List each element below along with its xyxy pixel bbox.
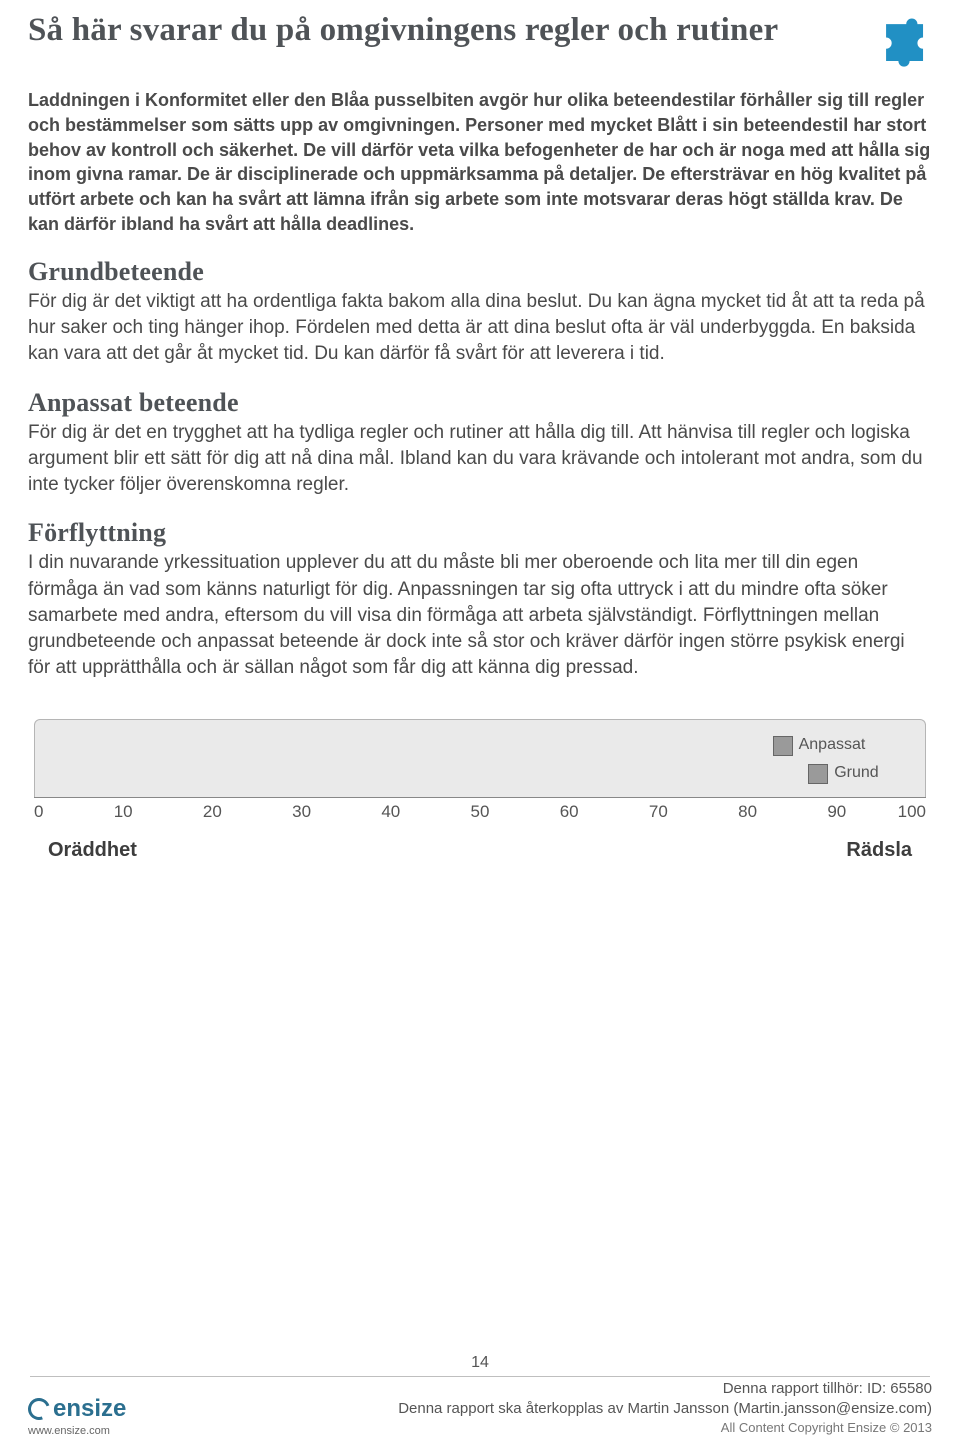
brand-url: www.ensize.com bbox=[28, 1425, 110, 1437]
axis-tick: 40 bbox=[381, 802, 400, 822]
footer-line: Denna rapport tillhör: ID: 65580 bbox=[398, 1379, 932, 1399]
section-text: För dig är det en trygghet att ha tydlig… bbox=[28, 420, 932, 499]
section-heading: Förflyttning bbox=[28, 518, 932, 548]
chart-marker bbox=[808, 764, 828, 784]
section-heading: Grundbeteende bbox=[28, 257, 932, 287]
axis-tick: 30 bbox=[292, 802, 311, 822]
footer-copyright: All Content Copyright Ensize © 2013 bbox=[398, 1419, 932, 1437]
page-title: Så här svarar du på omgivningens regler … bbox=[28, 10, 860, 51]
section-text: I din nuvarande yrkessituation upplever … bbox=[28, 550, 932, 681]
intro-paragraph: Laddningen i Konformitet eller den Blåa … bbox=[28, 88, 932, 237]
axis-tick: 90 bbox=[827, 802, 846, 822]
scale-chart: Anpassat Grund 0 10 20 30 40 50 60 70 80 90 100 Orä… bbox=[28, 719, 932, 862]
axis-tick: 80 bbox=[738, 802, 757, 822]
axis-tick: 70 bbox=[649, 802, 668, 822]
brand-logo: ensize bbox=[28, 1395, 126, 1423]
chart-marker bbox=[773, 736, 793, 756]
scale-right-label: Rädsla bbox=[846, 839, 912, 862]
page-footer: ensize www.ensize.com Denna rapport till… bbox=[0, 1385, 960, 1445]
brand-name: ensize bbox=[53, 1395, 126, 1423]
axis-tick: 0 bbox=[34, 802, 43, 822]
axis-tick: 100 bbox=[898, 802, 926, 822]
footer-line: Denna rapport ska återkopplas av Martin … bbox=[398, 1399, 932, 1419]
axis-tick: 10 bbox=[114, 802, 133, 822]
chart-marker-label: Grund bbox=[834, 764, 878, 782]
axis-tick: 20 bbox=[203, 802, 222, 822]
chart-marker-label: Anpassat bbox=[799, 736, 866, 754]
axis-tick: 60 bbox=[560, 802, 579, 822]
puzzle-icon bbox=[876, 14, 932, 70]
axis-tick: 50 bbox=[471, 802, 490, 822]
logo-swirl-icon bbox=[24, 1394, 53, 1423]
section-text: För dig är det viktigt att ha ordentliga… bbox=[28, 289, 932, 368]
page-number: 14 bbox=[0, 1354, 960, 1377]
scale-left-label: Oräddhet bbox=[48, 839, 137, 862]
section-heading: Anpassat beteende bbox=[28, 388, 932, 418]
